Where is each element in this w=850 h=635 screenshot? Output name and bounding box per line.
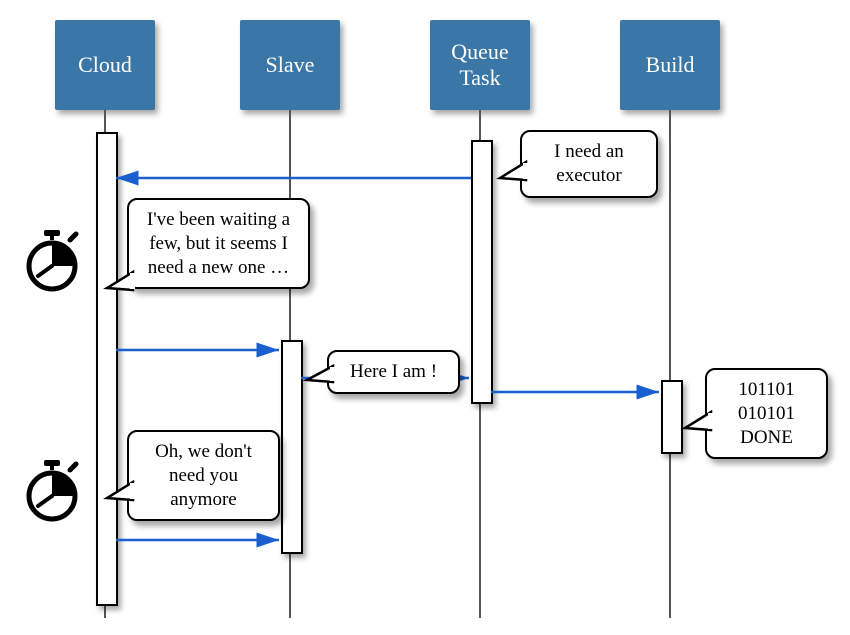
bubble-text: Here I am ! (350, 361, 437, 382)
bubble-build-done: 101101 010101 DONE (705, 368, 828, 459)
activation-build (661, 380, 683, 454)
bubble-waiting: I've been waiting a few, but it seems I … (127, 198, 310, 289)
bubble-need-executor: I need an executor (520, 130, 658, 198)
participant-queue: Queue Task (430, 20, 530, 110)
participant-slave: Slave (240, 20, 340, 110)
stopwatch-icon (20, 458, 84, 522)
bubble-text: 101101 010101 DONE (738, 379, 795, 448)
participant-label: Queue Task (430, 39, 530, 92)
participant-label: Cloud (78, 52, 132, 78)
sequence-diagram: Cloud Slave Queue Task Build I need an e… (0, 0, 850, 635)
participant-label: Slave (266, 52, 315, 78)
bubble-here-i-am: Here I am ! (327, 350, 460, 394)
bubble-text: Oh, we don't need you anymore (155, 441, 252, 510)
activation-slave (281, 340, 303, 554)
bubble-dont-need: Oh, we don't need you anymore (127, 430, 280, 521)
activation-queue (471, 140, 493, 404)
stopwatch-icon (20, 228, 84, 292)
participant-cloud: Cloud (55, 20, 155, 110)
lifeline-build (669, 110, 671, 618)
participant-label: Build (646, 52, 695, 78)
activation-cloud (96, 132, 118, 606)
bubble-text: I've been waiting a few, but it seems I … (147, 209, 290, 278)
participant-build: Build (620, 20, 720, 110)
bubble-text: I need an executor (554, 141, 624, 186)
